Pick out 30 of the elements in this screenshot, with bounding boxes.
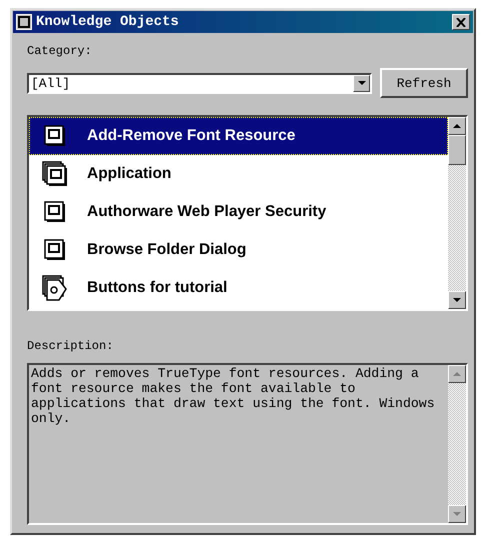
help-pages-icon xyxy=(41,274,69,302)
list-item[interactable]: Application xyxy=(29,155,448,193)
category-dropdown[interactable]: [All] xyxy=(27,72,372,94)
scroll-up-button[interactable] xyxy=(448,365,466,383)
up-arrow-icon xyxy=(453,124,461,128)
dropdown-button[interactable] xyxy=(353,74,370,92)
close-button[interactable] xyxy=(452,14,470,30)
list-item[interactable]: Buttons for tutorial xyxy=(29,269,448,307)
scroll-down-button[interactable] xyxy=(448,505,466,523)
description-text: Adds or removes TrueType font resources. Adding a font resource makes the font available to applications that draw text using the font. Windows only. xyxy=(30,365,436,428)
list-item[interactable]: Browse Folder Dialog xyxy=(29,231,448,269)
app-icon xyxy=(16,14,32,30)
scroll-down-button[interactable] xyxy=(448,291,466,309)
category-label: Category: xyxy=(27,44,93,58)
stacked-pages-icon xyxy=(41,160,69,188)
scrollbar[interactable] xyxy=(448,365,466,523)
scroll-up-button[interactable] xyxy=(448,117,466,135)
window-title: Knowledge Objects xyxy=(36,14,180,30)
scrollbar[interactable] xyxy=(448,117,466,309)
list-item[interactable]: Authorware Web Player Security xyxy=(29,193,448,231)
description-label: Description: xyxy=(27,339,114,353)
refresh-button[interactable]: Refresh xyxy=(380,68,468,98)
list-item[interactable]: Add-Remove Font Resource xyxy=(29,117,448,155)
down-arrow-icon xyxy=(453,298,461,302)
close-icon xyxy=(456,18,466,26)
up-arrow-icon xyxy=(453,372,461,376)
down-arrow-icon xyxy=(453,512,461,516)
dropdown-value: [All] xyxy=(30,76,70,90)
scroll-thumb[interactable] xyxy=(448,135,466,165)
down-arrow-icon xyxy=(358,81,366,85)
